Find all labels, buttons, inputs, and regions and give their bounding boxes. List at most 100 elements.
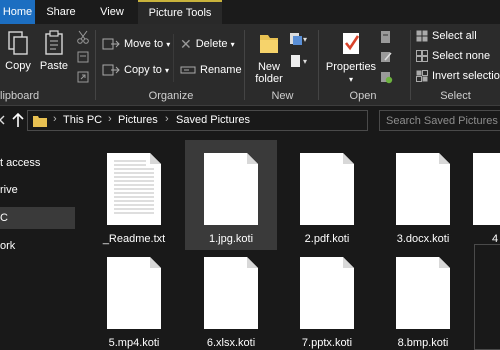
invert-selection-icon [416, 70, 428, 83]
properties-button[interactable]: Properties ▾ [323, 31, 379, 86]
paste-icon [45, 30, 63, 55]
select-none-label: Select none [432, 50, 491, 62]
properties-label: Properties [325, 61, 377, 73]
file-list: _Readme.txt 1.jpg.koti 2.pdf.koti 3.docx… [84, 136, 500, 350]
back-arrow-icon[interactable] [0, 111, 6, 129]
open-icon[interactable] [379, 30, 393, 44]
svg-text:▾: ▾ [303, 57, 307, 66]
edit-icon[interactable] [379, 50, 393, 64]
breadcrumb-separator: › [53, 113, 57, 125]
copy-button[interactable]: Copy [3, 30, 33, 72]
clipboard-group: Copy Paste lipboard [0, 24, 89, 106]
file-item[interactable]: 3.docx.koti [377, 140, 469, 250]
blank-file-icon [473, 153, 500, 225]
select-all-icon [416, 30, 428, 42]
file-name: 5.mp4.koti [108, 337, 160, 349]
new-group-label: New [271, 90, 294, 102]
delete-label: Delete [195, 38, 228, 50]
up-arrow-icon[interactable] [10, 111, 26, 129]
breadcrumb-separator: › [165, 113, 169, 125]
search-input[interactable] [380, 111, 498, 131]
select-all-label: Select all [432, 30, 477, 42]
file-item-selected[interactable]: 1.jpg.koti [185, 140, 277, 250]
new-folder-icon [260, 35, 278, 53]
copy-to-label: Copy to [124, 64, 162, 76]
partial-file-item[interactable] [474, 244, 500, 350]
nav-item-this-pc[interactable]: C [0, 207, 75, 229]
select-group: Select all Select none Invert selection … [411, 24, 500, 106]
cut-icon[interactable] [76, 30, 90, 44]
move-to-button[interactable]: Move to ▾ [102, 35, 170, 53]
ribbon: Copy Paste lipboard Move to ▾ Copy to ▾ … [0, 24, 500, 106]
file-item[interactable]: 2.pdf.koti [281, 140, 373, 250]
blank-file-icon [107, 257, 161, 329]
breadcrumb-this-pc[interactable]: This PC [63, 114, 102, 126]
organize-inner-separator [173, 34, 174, 82]
clipboard-group-label: lipboard [0, 90, 40, 102]
search-box[interactable] [379, 110, 500, 131]
tab-picture-tools[interactable]: Picture Tools [138, 0, 222, 24]
copy-to-icon [102, 64, 120, 76]
copy-icon [8, 31, 28, 55]
file-item[interactable]: 4 [473, 140, 500, 250]
blank-file-icon [300, 153, 354, 225]
blank-file-icon [204, 153, 258, 225]
file-item[interactable]: 7.pptx.koti [281, 244, 373, 350]
ribbon-tab-strip: Home Share View Picture Tools [0, 0, 500, 24]
blank-file-icon [396, 153, 450, 225]
paste-shortcut-icon[interactable] [76, 70, 90, 84]
new-folder-button[interactable]: New folder [251, 31, 287, 85]
new-group: New folder ▾ ▾ New [245, 24, 320, 106]
invert-selection-label: Invert selection [432, 70, 500, 82]
organize-group-label: Organize [148, 90, 194, 102]
file-name: 6.xlsx.koti [206, 337, 256, 349]
text-file-icon [107, 153, 161, 225]
breadcrumb-separator: › [108, 113, 112, 125]
copy-path-icon[interactable] [76, 50, 90, 64]
open-group-label: Open [349, 90, 377, 102]
delete-icon: ✕ [180, 36, 192, 53]
blank-file-icon [204, 257, 258, 329]
blank-file-icon [300, 257, 354, 329]
chevron-down-icon: ▾ [348, 75, 353, 84]
file-item[interactable]: 8.bmp.koti [377, 244, 469, 350]
history-icon[interactable] [379, 70, 393, 84]
paste-button[interactable]: Paste [38, 30, 70, 72]
select-none-button[interactable]: Select none [416, 47, 490, 65]
blank-file-icon [396, 257, 450, 329]
move-to-icon [102, 38, 120, 50]
organize-group: Move to ▾ Copy to ▾ ✕ Delete ▾ Rename Org… [96, 24, 246, 106]
file-item[interactable]: 6.xlsx.koti [185, 244, 277, 350]
breadcrumb-saved-pictures[interactable]: Saved Pictures [176, 114, 250, 126]
tab-view[interactable]: View [90, 0, 134, 24]
new-item-icon[interactable]: ▾ [289, 32, 309, 46]
file-name: 7.pptx.koti [301, 337, 353, 349]
chevron-down-icon: ▾ [230, 40, 235, 49]
address-bar[interactable]: › This PC › Pictures › Saved Pictures [27, 110, 368, 131]
copy-to-button[interactable]: Copy to ▾ [102, 61, 169, 79]
rename-label: Rename [200, 64, 242, 76]
invert-selection-button[interactable]: Invert selection [416, 67, 500, 85]
chevron-down-icon: ▾ [166, 40, 171, 49]
tab-share[interactable]: Share [39, 0, 83, 24]
new-folder-label-line2: folder [255, 73, 283, 85]
file-item[interactable]: _Readme.txt [88, 140, 180, 250]
select-all-button[interactable]: Select all [416, 27, 477, 45]
select-group-label: Select [440, 90, 471, 102]
paste-label: Paste [39, 60, 69, 72]
nav-item-quick-access[interactable]: t access [0, 152, 75, 174]
folder-icon [33, 116, 47, 127]
move-to-label: Move to [124, 38, 164, 50]
delete-button[interactable]: ✕ Delete ▾ [180, 35, 235, 53]
copy-label: Copy [5, 60, 31, 72]
svg-text:▾: ▾ [303, 35, 307, 44]
nav-item-network[interactable]: ork [0, 235, 75, 257]
rename-button[interactable]: Rename [180, 61, 242, 79]
chevron-down-icon: ▾ [164, 66, 169, 75]
breadcrumb-pictures[interactable]: Pictures [118, 114, 158, 126]
easy-access-icon[interactable]: ▾ [289, 54, 309, 68]
file-item[interactable]: 5.mp4.koti [88, 244, 180, 350]
tab-home[interactable]: Home [0, 0, 35, 24]
nav-item-onedrive[interactable]: rive [0, 179, 75, 201]
navigation-pane: t access rive C ork [0, 136, 80, 350]
